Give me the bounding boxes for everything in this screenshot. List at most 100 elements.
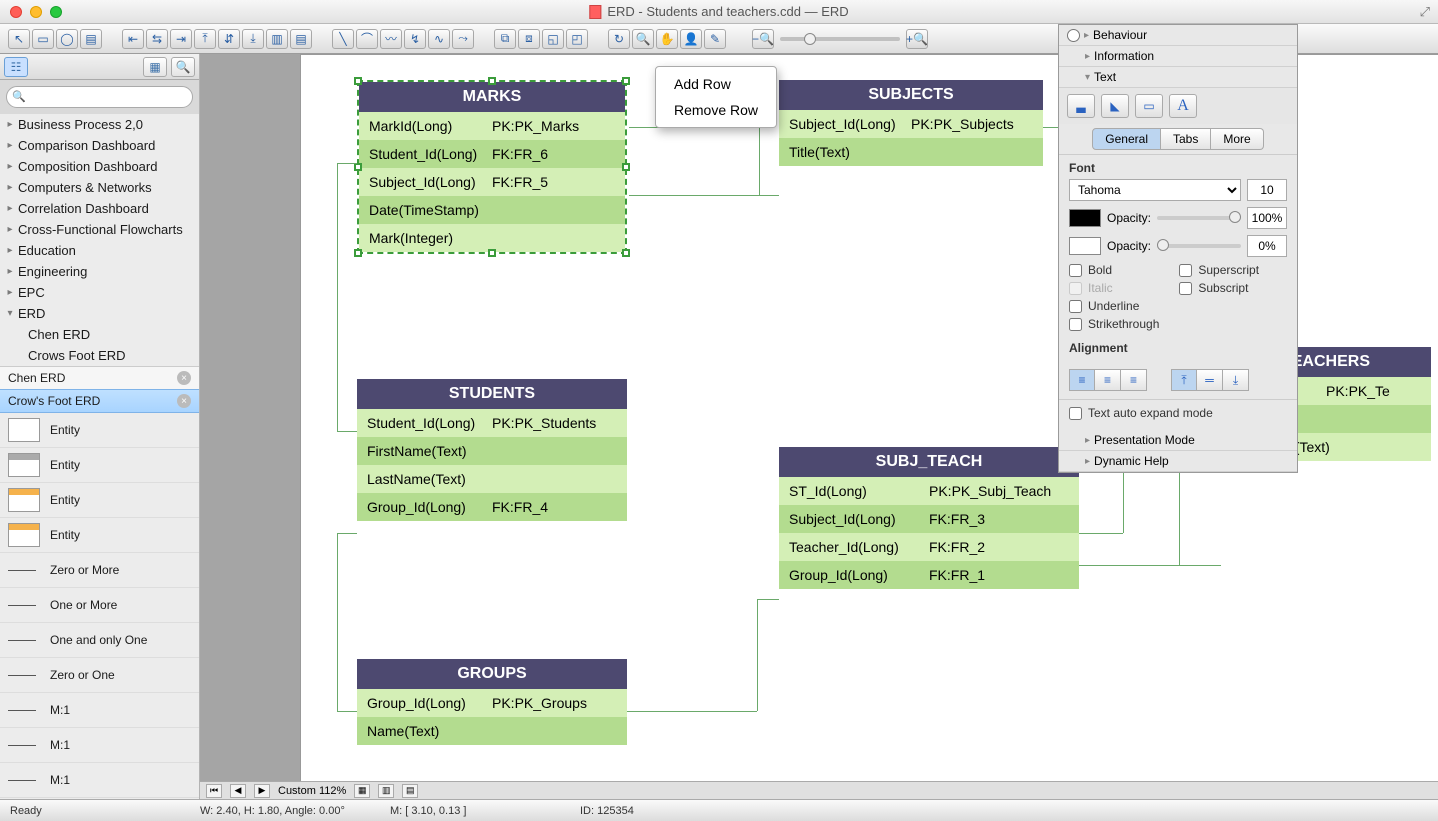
underline-color-icon[interactable]: ▃ <box>1067 94 1095 118</box>
align-right-button[interactable]: ≡ <box>1121 369 1147 391</box>
tree-item[interactable]: ▸Composition Dashboard <box>0 156 199 177</box>
view-mode-icon[interactable]: ▤ <box>402 784 418 798</box>
page-prev-icon[interactable]: ◀ <box>230 784 246 798</box>
text-tool[interactable]: ▤ <box>80 29 102 49</box>
spline-tool[interactable]: ∿ <box>428 29 450 49</box>
tree-item-erd[interactable]: ▾ERD <box>0 303 199 324</box>
close-icon[interactable]: × <box>177 394 191 408</box>
check-italic[interactable]: Italic <box>1069 281 1159 295</box>
check-strike[interactable]: Strikethrough <box>1069 317 1159 331</box>
distribute-v-tool[interactable]: ▤ <box>290 29 312 49</box>
sidebar-tab-search[interactable]: 🔍 <box>171 57 195 77</box>
rp-tab-general[interactable]: General <box>1092 128 1161 150</box>
stencil-item[interactable]: One and only One <box>0 623 199 658</box>
stencil-item[interactable]: M:1 <box>0 693 199 728</box>
align-left-tool[interactable]: ⇤ <box>122 29 144 49</box>
rp-tab-more[interactable]: More <box>1211 128 1263 150</box>
rp-section-text[interactable]: ▾Text <box>1059 67 1297 88</box>
align-left-button[interactable]: ≡ <box>1069 369 1095 391</box>
font-family-select[interactable]: Tahoma <box>1069 179 1241 201</box>
view-mode-icon[interactable]: ▦ <box>354 784 370 798</box>
align-bottom-tool[interactable]: ⤓ <box>242 29 264 49</box>
rp-section-behaviour[interactable]: ▸Behaviour <box>1059 25 1297 46</box>
tree-item[interactable]: ▸Education <box>0 240 199 261</box>
line-tool[interactable]: ╲ <box>332 29 354 49</box>
check-bold[interactable]: Bold <box>1069 263 1159 277</box>
valign-bot-button[interactable]: ⤓ <box>1223 369 1249 391</box>
group-tool[interactable]: ⧉ <box>494 29 516 49</box>
sidebar-tab-grid[interactable]: ▦ <box>143 57 167 77</box>
distribute-h-tool[interactable]: ▥ <box>266 29 288 49</box>
rp-tab-tabs[interactable]: Tabs <box>1161 128 1211 150</box>
tree-item[interactable]: ▸Correlation Dashboard <box>0 198 199 219</box>
tree-child[interactable]: Crows Foot ERD <box>0 345 199 366</box>
stencil-item[interactable]: Entity <box>0 518 199 553</box>
stencil-item[interactable]: M:1 <box>0 763 199 798</box>
check-subscript[interactable]: Subscript <box>1179 281 1259 295</box>
erd-table-subjteach[interactable]: SUBJ_TEACH ST_Id(Long)PK:PK_Subj_Teach S… <box>779 447 1079 589</box>
tree-child[interactable]: Chen ERD <box>0 324 199 345</box>
align-right-tool[interactable]: ⇥ <box>170 29 192 49</box>
opacity-slider[interactable] <box>1157 216 1241 220</box>
sidebar-tab-tree[interactable]: ☷ <box>4 57 28 77</box>
color-swatch-black[interactable] <box>1069 209 1101 227</box>
highlight-icon[interactable]: ◣ <box>1101 94 1129 118</box>
open-tab-crowsfoot[interactable]: Crow's Foot ERD× <box>0 389 199 413</box>
erd-table-students[interactable]: STUDENTS Student_Id(Long)PK:PK_Students … <box>357 379 627 521</box>
close-window-button[interactable] <box>10 6 22 18</box>
front-tool[interactable]: ◱ <box>542 29 564 49</box>
tree-item[interactable]: ▸EPC <box>0 282 199 303</box>
rect-tool[interactable]: ▭ <box>32 29 54 49</box>
erd-table-marks[interactable]: MARKS MarkId(Long)PK:PK_Marks Student_Id… <box>357 80 627 254</box>
sidebar-search-input[interactable] <box>6 86 193 108</box>
erd-table-groups[interactable]: GROUPS Group_Id(Long)PK:PK_Groups Name(T… <box>357 659 627 745</box>
connector-tool[interactable]: ↯ <box>404 29 426 49</box>
check-auto-expand[interactable]: Text auto expand mode <box>1069 406 1287 420</box>
ellipse-tool[interactable]: ◯ <box>56 29 78 49</box>
edit-tool[interactable]: ✎ <box>704 29 726 49</box>
font-icon[interactable]: A <box>1169 94 1197 118</box>
pan-tool[interactable]: ✋ <box>656 29 678 49</box>
opacity-slider[interactable] <box>1157 244 1241 248</box>
valign-mid-button[interactable]: ═ <box>1197 369 1223 391</box>
align-center-tool[interactable]: ⇆ <box>146 29 168 49</box>
font-size-input[interactable] <box>1247 179 1287 201</box>
close-icon[interactable]: × <box>177 371 191 385</box>
color-swatch-white[interactable] <box>1069 237 1101 255</box>
erd-table-subjects[interactable]: SUBJECTS Subject_Id(Long)PK:PK_Subjects … <box>779 80 1043 166</box>
pointer-tool[interactable]: ↖ <box>8 29 30 49</box>
check-underline[interactable]: Underline <box>1069 299 1159 313</box>
stencil-item[interactable]: Entity <box>0 448 199 483</box>
minimize-window-button[interactable] <box>30 6 42 18</box>
tree-item[interactable]: ▸Business Process 2,0 <box>0 114 199 135</box>
tree-item[interactable]: ▸Engineering <box>0 261 199 282</box>
page-next-icon[interactable]: ▶ <box>254 784 270 798</box>
open-tab-chen[interactable]: Chen ERD× <box>0 366 199 389</box>
stencil-item[interactable]: Entity <box>0 483 199 518</box>
rotate-tool[interactable]: ↻ <box>608 29 630 49</box>
border-icon[interactable]: ▭ <box>1135 94 1163 118</box>
ctx-add-row[interactable]: Add Row <box>656 71 776 97</box>
stencil-item[interactable]: Zero or One <box>0 658 199 693</box>
back-tool[interactable]: ◰ <box>566 29 588 49</box>
view-mode-icon[interactable]: ▥ <box>378 784 394 798</box>
opacity-value[interactable] <box>1247 207 1287 229</box>
tree-item[interactable]: ▸Comparison Dashboard <box>0 135 199 156</box>
valign-top-button[interactable]: ⤒ <box>1171 369 1197 391</box>
stencil-item[interactable]: One or More <box>0 588 199 623</box>
user-tool[interactable]: 👤 <box>680 29 702 49</box>
route-tool[interactable]: ⤳ <box>452 29 474 49</box>
ungroup-tool[interactable]: ⧈ <box>518 29 540 49</box>
arc-tool[interactable]: ⌒ <box>356 29 378 49</box>
opacity-value[interactable] <box>1247 235 1287 257</box>
zoom-window-button[interactable] <box>50 6 62 18</box>
align-center-button[interactable]: ≡ <box>1095 369 1121 391</box>
zoom-tool[interactable]: 🔍 <box>632 29 654 49</box>
tree-item[interactable]: ▸Computers & Networks <box>0 177 199 198</box>
rp-section-information[interactable]: ▸Information <box>1059 46 1297 67</box>
ctx-remove-row[interactable]: Remove Row <box>656 97 776 123</box>
page-first-icon[interactable]: ⏮ <box>206 784 222 798</box>
fullscreen-icon[interactable]: ⤢ <box>1420 4 1430 20</box>
tree-item[interactable]: ▸Cross-Functional Flowcharts <box>0 219 199 240</box>
stencil-item[interactable]: Zero or More <box>0 553 199 588</box>
